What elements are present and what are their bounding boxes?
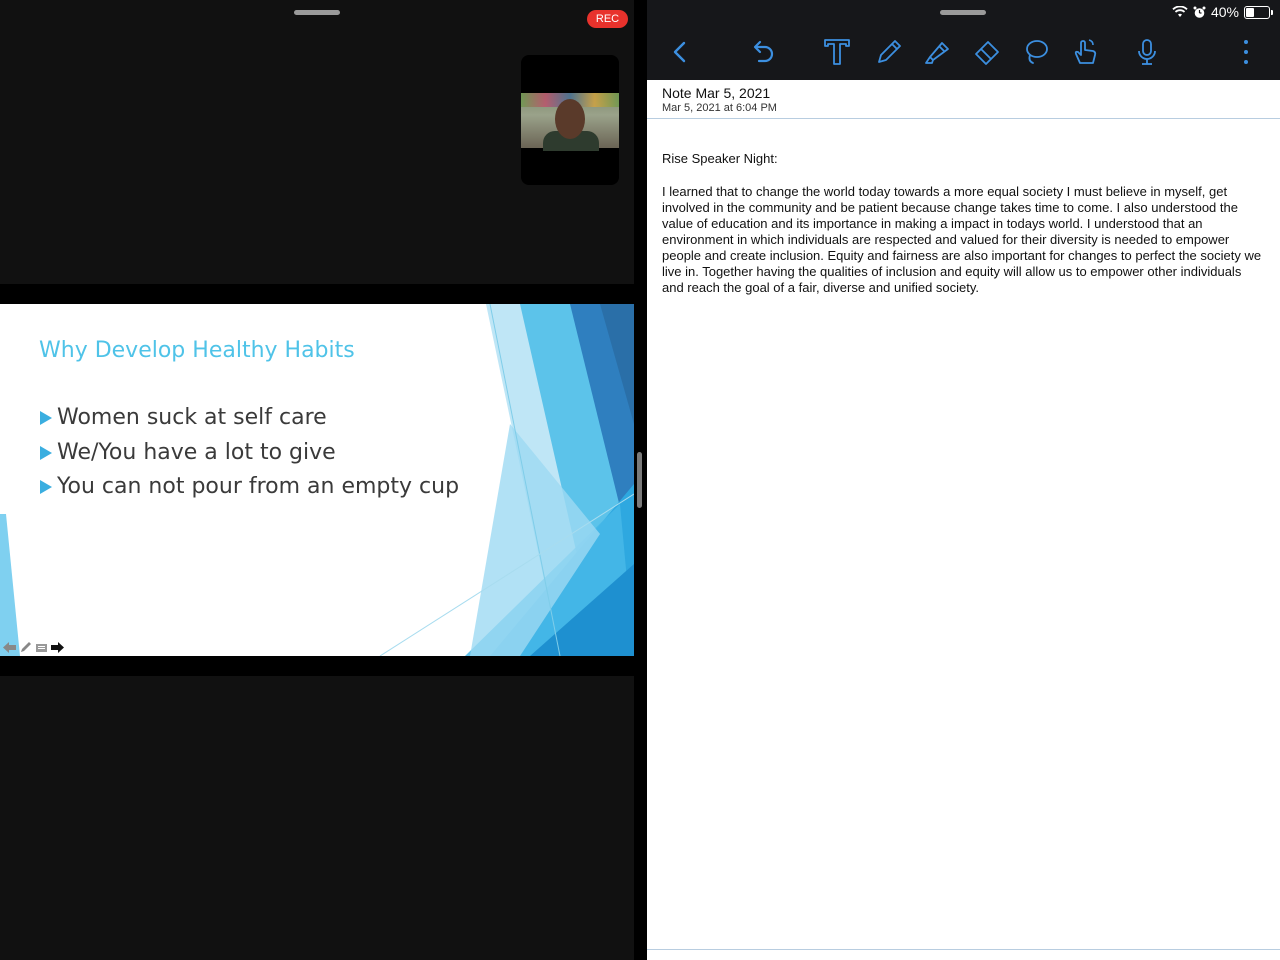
more-menu-icon bbox=[1244, 40, 1248, 64]
notes-pane: 40% Note Mar 5, 2021 Mar 5, 2021 at 6:04… bbox=[647, 0, 1280, 960]
slide-bullet: Women suck at self care bbox=[40, 405, 327, 430]
letterbox-top bbox=[0, 284, 634, 304]
battery-icon bbox=[1244, 5, 1273, 19]
page-bottom-rule bbox=[647, 949, 1280, 950]
back-button[interactable] bbox=[662, 34, 698, 70]
note-content[interactable]: Rise Speaker Night: I learned that to ch… bbox=[662, 151, 1262, 296]
recording-badge: REC bbox=[587, 10, 628, 28]
slide-menu-icon[interactable] bbox=[35, 642, 48, 653]
pen-icon[interactable] bbox=[19, 642, 32, 653]
highlighter-tool-button[interactable] bbox=[919, 34, 955, 70]
battery-percentage: 40% bbox=[1210, 4, 1239, 20]
bullet-text: We/You have a lot to give bbox=[57, 440, 336, 465]
notes-toolbar: 40% bbox=[647, 0, 1280, 80]
letterbox-bottom bbox=[0, 656, 634, 676]
microphone-icon bbox=[1138, 39, 1156, 65]
bullet-text: You can not pour from an empty cup bbox=[57, 474, 460, 499]
slide-title: Why Develop Healthy Habits bbox=[39, 338, 355, 363]
back-icon bbox=[673, 41, 686, 63]
more-menu-button[interactable] bbox=[1228, 34, 1264, 70]
text-tool-icon bbox=[824, 39, 850, 65]
multitasking-handle[interactable] bbox=[940, 10, 986, 15]
multitasking-handle[interactable] bbox=[294, 10, 340, 15]
battery-level bbox=[1246, 7, 1254, 17]
pen-tool-button[interactable] bbox=[871, 34, 907, 70]
note-header: Note Mar 5, 2021 Mar 5, 2021 at 6:04 PM bbox=[647, 80, 1280, 119]
bullet-arrow-icon bbox=[40, 445, 52, 460]
previous-slide-icon[interactable] bbox=[3, 642, 16, 653]
shared-slide: Why Develop Healthy Habits Women suck at… bbox=[0, 304, 634, 656]
eraser-tool-button[interactable] bbox=[969, 34, 1005, 70]
undo-icon bbox=[753, 40, 774, 63]
hand-gesture-button[interactable] bbox=[1067, 34, 1103, 70]
slide-bullet: You can not pour from an empty cup bbox=[40, 474, 459, 499]
slideshow-controls bbox=[3, 642, 64, 653]
participant-video-feed bbox=[521, 93, 619, 151]
note-heading[interactable]: Rise Speaker Night: bbox=[662, 151, 1262, 167]
participant-video-thumbnail[interactable] bbox=[521, 55, 619, 185]
highlighter-icon bbox=[925, 42, 949, 64]
meeting-pane: REC Why Develop Healthy Habits Women suc… bbox=[0, 0, 634, 960]
voice-record-button[interactable] bbox=[1129, 34, 1165, 70]
bullet-arrow-icon bbox=[40, 479, 52, 494]
text-tool-button[interactable] bbox=[819, 34, 855, 70]
note-date: Mar 5, 2021 at 6:04 PM bbox=[662, 102, 777, 114]
wifi-icon bbox=[1172, 6, 1188, 17]
note-title[interactable]: Note Mar 5, 2021 bbox=[662, 85, 770, 101]
lasso-tool-button[interactable] bbox=[1018, 34, 1054, 70]
split-view-grip[interactable] bbox=[637, 452, 642, 508]
hand-gesture-icon bbox=[1074, 39, 1097, 64]
note-paragraph[interactable]: I learned that to change the world today… bbox=[662, 184, 1262, 296]
alarm-icon bbox=[1193, 6, 1206, 18]
lasso-icon bbox=[1026, 40, 1048, 64]
pencil-icon bbox=[878, 40, 901, 63]
eraser-icon bbox=[975, 41, 999, 65]
next-slide-icon[interactable] bbox=[51, 642, 64, 653]
slide-bullet: We/You have a lot to give bbox=[40, 440, 336, 465]
bullet-arrow-icon bbox=[40, 410, 52, 425]
status-bar: 40% bbox=[1172, 4, 1273, 20]
participant-face bbox=[555, 99, 585, 139]
battery-tip bbox=[1271, 9, 1273, 15]
undo-button[interactable] bbox=[744, 34, 780, 70]
bullet-text: Women suck at self care bbox=[57, 405, 327, 430]
